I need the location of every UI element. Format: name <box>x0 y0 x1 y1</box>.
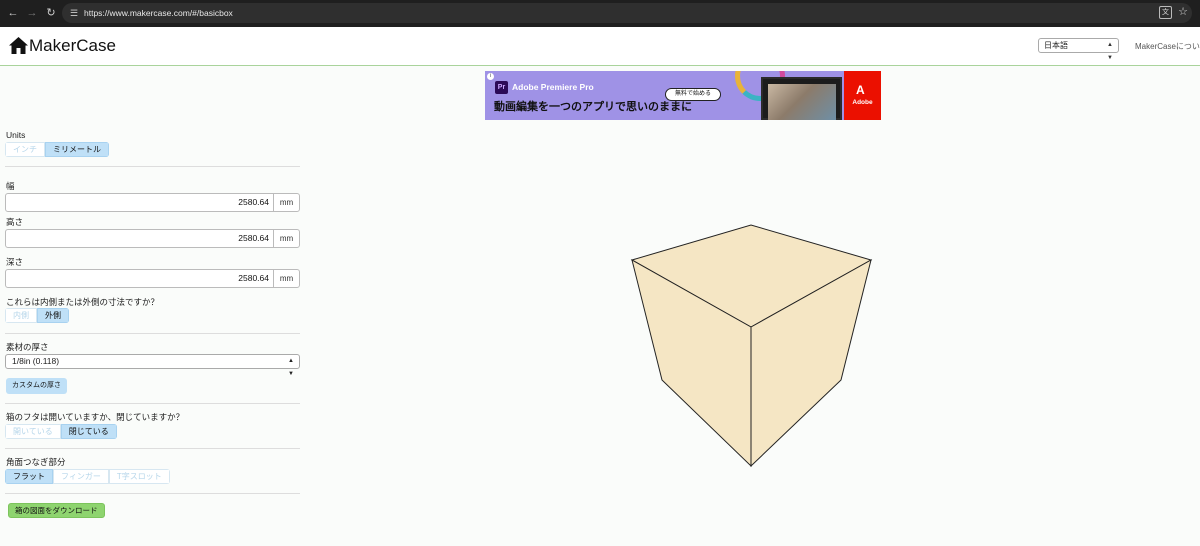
ad-product-name: Adobe Premiere Pro <box>512 82 594 92</box>
bookmark-star-icon[interactable]: ☆ <box>1178 6 1188 19</box>
custom-thickness-button[interactable]: カスタムの厚さ <box>6 378 67 394</box>
adobe-label: Adobe <box>852 99 873 106</box>
ad-headline: 動画編集を一つのアプリで思いのままに <box>494 101 692 113</box>
select-caret-icon: ▲ ▼ <box>288 358 294 377</box>
app-header: MakerCase 日本語 ▲ ▼ MakerCaseについ <box>0 27 1200 66</box>
height-input[interactable]: 2580.64 <box>5 229 274 248</box>
home-icon <box>9 37 28 54</box>
depth-unit: mm <box>273 269 300 288</box>
premiere-pro-icon: Pr <box>495 81 508 94</box>
download-button[interactable]: 箱の図面をダウンロード <box>8 503 105 518</box>
edge-finger-option[interactable]: フィンガー <box>53 469 109 484</box>
reload-icon[interactable]: ↻ <box>44 6 58 20</box>
units-mm-option[interactable]: ミリメートル <box>45 142 109 157</box>
select-caret-icon: ▲ ▼ <box>1107 42 1113 61</box>
dimension-inside-option[interactable]: 内側 <box>5 308 37 323</box>
material-thickness-select[interactable]: 1/8in (0.118) ▲ ▼ <box>5 354 300 377</box>
language-select[interactable]: 日本語 ▲ ▼ <box>1038 38 1119 61</box>
dimension-type-label: これらは内側または外側の寸法ですか？ <box>6 297 160 307</box>
width-field: 2580.64 mm <box>5 193 300 212</box>
material-thickness-value: 1/8in (0.118) <box>12 356 60 366</box>
lid-open-option[interactable]: 開いている <box>5 424 61 439</box>
edge-flat-option[interactable]: フラット <box>5 469 53 484</box>
height-label: 高さ <box>6 217 24 227</box>
site-settings-icon[interactable]: ☰ <box>68 7 80 19</box>
depth-field: 2580.64 mm <box>5 269 300 288</box>
box-3d-preview[interactable] <box>620 215 890 477</box>
ad-image <box>761 77 842 120</box>
width-unit: mm <box>273 193 300 212</box>
depth-label: 深さ <box>6 257 24 267</box>
browser-toolbar: ← → ↻ ☰ https://www.makercase.com/#/basi… <box>0 0 1200 27</box>
edge-tslot-option[interactable]: T字スロット <box>108 469 170 484</box>
lid-toggle: 開いている 閉じている <box>5 424 117 439</box>
depth-input[interactable]: 2580.64 <box>5 269 274 288</box>
divider <box>5 166 300 167</box>
adobe-logo: A Adobe <box>844 71 881 120</box>
dimension-outside-option[interactable]: 外側 <box>37 308 69 323</box>
divider <box>5 333 300 334</box>
forward-icon[interactable]: → <box>25 6 39 20</box>
material-label: 素材の厚さ <box>6 342 49 352</box>
height-unit: mm <box>273 229 300 248</box>
width-label: 幅 <box>6 181 15 191</box>
units-inch-option[interactable]: インチ <box>5 142 45 157</box>
logo-text: MakerCase <box>29 36 116 55</box>
units-label: Units <box>6 130 26 140</box>
divider <box>5 493 300 494</box>
edge-joints-label: 角面つなぎ部分 <box>6 457 66 467</box>
ad-cta-button[interactable]: 無料で始める <box>665 88 721 101</box>
address-bar[interactable]: ☰ https://www.makercase.com/#/basicbox 文… <box>62 3 1192 23</box>
lid-closed-option[interactable]: 閉じている <box>60 424 117 439</box>
adobe-icon: A <box>856 83 865 97</box>
dimension-type-toggle: 内側 外側 <box>5 308 69 323</box>
url-text: https://www.makercase.com/#/basicbox <box>84 8 233 18</box>
about-link[interactable]: MakerCaseについ <box>1135 41 1200 52</box>
ad-banner[interactable]: i ▷ Pr Adobe Premiere Pro 動画編集を一つのアプリで思い… <box>485 71 881 120</box>
back-icon[interactable]: ← <box>6 6 20 20</box>
height-field: 2580.64 mm <box>5 229 300 248</box>
units-toggle: インチ ミリメートル <box>5 142 109 157</box>
translate-icon[interactable]: 文 <box>1159 6 1172 19</box>
lid-label: 箱のフタは開いていますか、閉じていますか？ <box>6 412 185 422</box>
divider <box>5 448 300 449</box>
width-input[interactable]: 2580.64 <box>5 193 274 212</box>
edge-joints-toggle: フラット フィンガー T字スロット <box>5 469 170 484</box>
language-value: 日本語 <box>1044 41 1068 50</box>
ad-info-icon[interactable]: i <box>487 73 494 80</box>
divider <box>5 403 300 404</box>
